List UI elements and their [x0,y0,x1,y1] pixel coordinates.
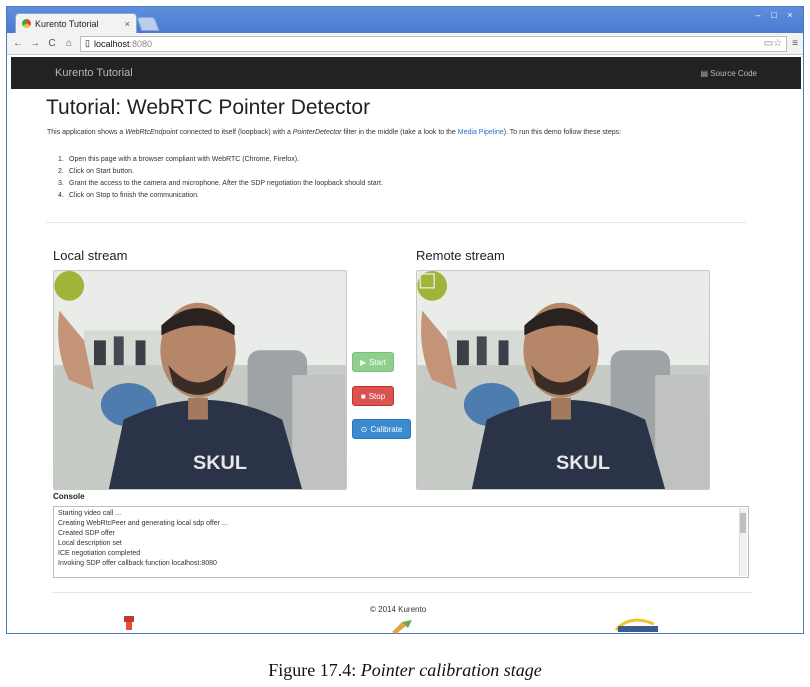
caption-prefix: Figure 17.4: [268,660,361,680]
browser-tab[interactable]: Kurento Tutorial × [15,13,137,33]
intro-emphasis: WebRtcEndpoint [125,129,178,136]
intro-emphasis: PointerDetector [292,129,342,136]
calibrate-icon: ⊙ [360,424,368,434]
intro-text: This application shows a [47,129,126,136]
media-pipeline-link[interactable]: Media Pipeline [458,129,504,136]
forward-arrow-icon[interactable]: → [29,38,41,49]
remote-video-frame: SKUL [417,271,709,489]
start-label: Start [369,357,387,367]
intro-text: connected to itself (loopback) with a [177,129,293,136]
url-port: :8080 [129,38,153,49]
divider [46,222,746,223]
partner-logo-left [124,616,134,630]
source-code-label: Source Code [710,69,757,78]
minimize-button[interactable]: – [751,9,765,21]
console-scroll-thumb[interactable] [740,513,746,533]
source-code-link[interactable]: ▤ Source Code [701,69,758,78]
navbar-brand[interactable]: Kurento Tutorial [55,67,133,79]
new-tab-button[interactable] [136,17,160,31]
bookmark-star-icon[interactable]: ▭☆ [764,38,782,49]
footer-divider [53,592,753,593]
intro-text: filter in the middle (take a look to the [341,129,458,136]
reload-icon[interactable]: C [46,38,58,49]
console-line: Creating WebRtcPeer and generating local… [58,520,228,527]
menu-icon[interactable]: ≡ [792,38,798,49]
file-icon: ▤ [700,69,709,78]
console-line: Local description set [58,540,122,547]
partner-logo-center [392,620,412,634]
console-line: Starting video call ... [58,510,122,517]
step-text: Click on Stop to finish the communicatio… [69,192,199,199]
back-arrow-icon[interactable]: ← [12,38,24,49]
local-stream-label: Local stream [53,248,128,263]
list-item: 3. Grant the access to the camera and mic… [58,178,658,190]
remote-stream-label: Remote stream [416,248,505,263]
step-number: 3. [58,180,64,187]
page-title: Tutorial: WebRTC Pointer Detector [46,96,371,119]
svg-text:SKUL: SKUL [193,452,247,474]
steps-list: 1. Open this page with a browser complian… [58,154,658,202]
url-host: localhost [93,38,130,49]
list-item: 4. Click on Stop to finish the communicat… [58,190,658,202]
figure-caption: Figure 17.4: Pointer calibration stage [0,660,810,681]
browser-toolbar: ← → C ⌂ ▯ localhost:8080 ▭☆ ≡ [7,33,803,55]
close-window-button[interactable]: × [783,9,797,21]
calibrate-button[interactable]: ⊙ Calibrate [352,419,411,439]
remote-video: SKUL [416,270,710,490]
step-number: 4. [58,192,64,199]
window-controls: – □ × [751,9,797,21]
favicon-icon [22,19,31,28]
intro-text: ). To run this demo follow these steps: [503,129,622,136]
stop-icon: ■ [360,391,366,401]
step-text: Open this page with a browser compliant … [69,156,300,163]
tab-close-icon[interactable]: × [125,19,130,29]
page-icon: ▯ [85,38,90,48]
step-number: 1. [58,156,64,163]
footer-copyright: © 2014 Kurento [370,605,427,614]
console-line: Invoking SDP offer callback function loc… [58,560,217,567]
console-label: Console [53,492,85,501]
console-line: ICE negotiation completed [58,550,141,557]
caption-text: Pointer calibration stage [360,660,542,680]
stop-button[interactable]: ■ Stop [352,386,394,406]
maximize-button[interactable]: □ [767,9,781,21]
step-text: Click on Start button. [69,168,134,175]
list-item: 2. Click on Start button. [58,166,658,178]
list-item: 1. Open this page with a browser complian… [58,154,658,166]
play-icon: ▶ [359,357,367,367]
tab-strip: Kurento Tutorial × – □ × [7,7,803,33]
navbar: Kurento Tutorial ▤ Source Code [11,57,801,89]
tab-title: Kurento Tutorial [35,18,99,29]
page-content: Tutorial: WebRTC Pointer Detector This a… [46,96,746,223]
local-video-frame: SKUL [54,271,346,489]
console-line: Created SDP offer [58,530,115,537]
intro-paragraph: This application shows a WebRtcEndpoint … [47,128,737,138]
step-number: 2. [58,168,64,175]
address-bar[interactable]: ▯ localhost:8080 ▭☆ [80,35,788,52]
calibrate-label: Calibrate [370,424,403,434]
stop-label: Stop [368,391,386,401]
svg-text:SKUL: SKUL [556,452,610,474]
partner-logo-right [614,618,658,632]
home-icon[interactable]: ⌂ [63,38,75,49]
step-text: Grant the access to the camera and micro… [69,180,383,187]
console-box[interactable]: Starting video call ... Creating WebRtcP… [53,506,749,578]
start-button[interactable]: ▶ Start [352,352,394,372]
local-video: SKUL [53,270,347,490]
